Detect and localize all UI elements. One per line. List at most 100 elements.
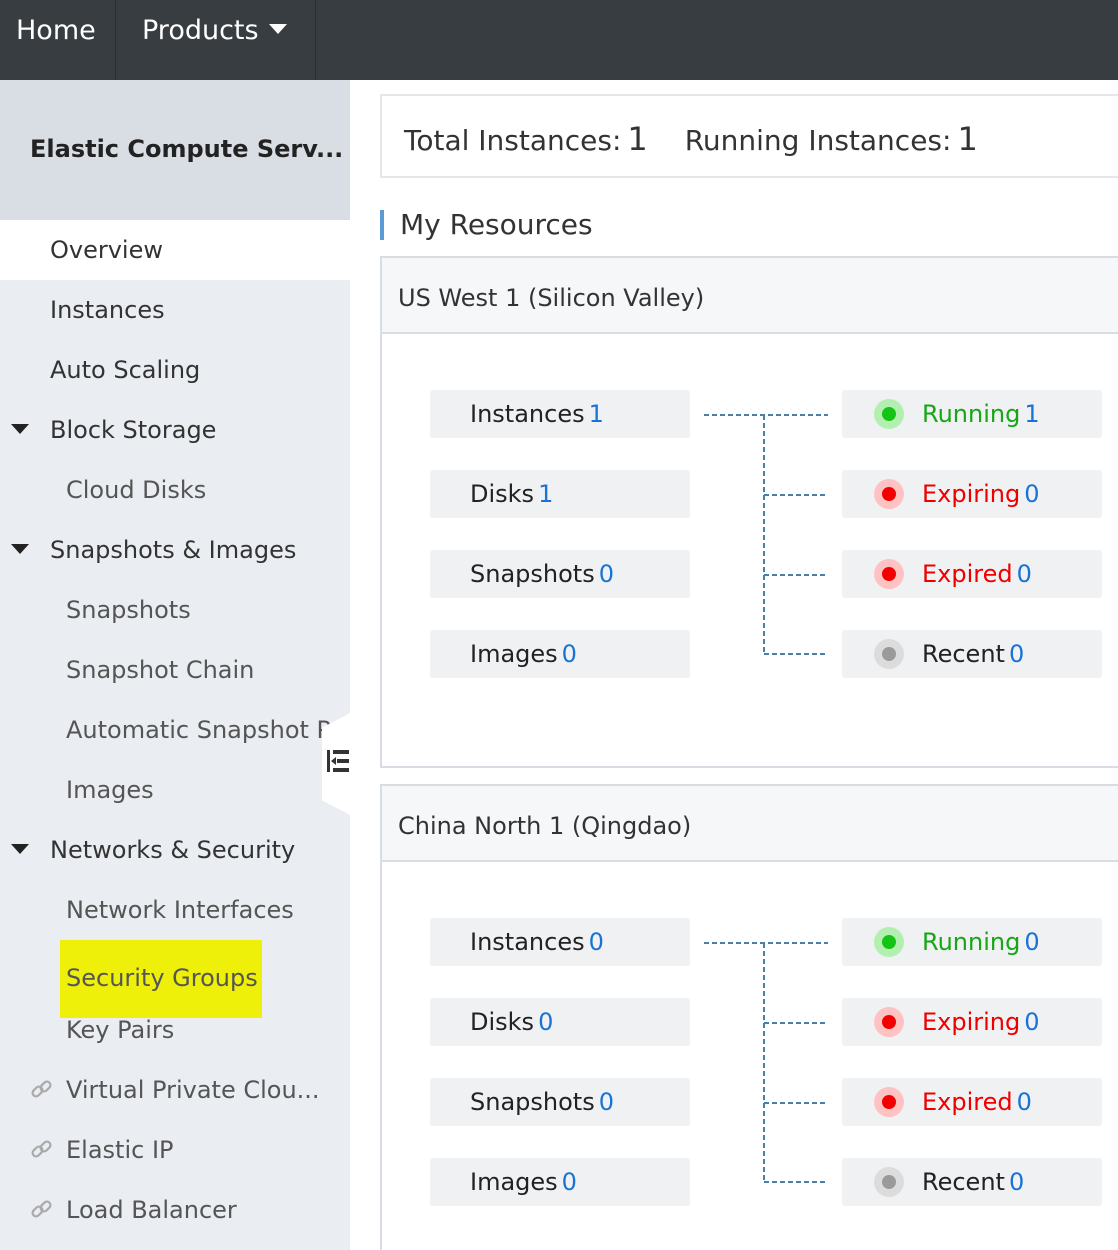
- resource-label: Snapshots: [470, 560, 595, 588]
- status-label: Running: [922, 928, 1021, 956]
- status-label: Running: [922, 400, 1021, 428]
- resource-disks[interactable]: Disks 0: [430, 998, 690, 1046]
- sidebar-item-label: Key Pairs: [66, 1016, 175, 1044]
- sidebar-item-label: Snapshots: [66, 596, 191, 624]
- sidebar-item-overview[interactable]: Overview: [0, 220, 350, 280]
- sidebar-collapse-toggle[interactable]: [322, 712, 352, 816]
- total-instances-label: Total Instances:: [404, 124, 622, 157]
- status-count[interactable]: 0: [1009, 1168, 1024, 1196]
- resource-count[interactable]: 1: [589, 400, 604, 428]
- running-instances-value: 1: [957, 120, 978, 158]
- resource-images[interactable]: Images 0: [430, 1158, 690, 1206]
- sidebar-item-automatic-snapshot-policy[interactable]: Automatic Snapshot P...: [0, 700, 350, 760]
- resource-count[interactable]: 0: [538, 1008, 553, 1036]
- nav-products-dropdown[interactable]: Products: [116, 0, 316, 80]
- link-icon: [31, 1140, 52, 1158]
- status-label: Expired: [922, 1088, 1013, 1116]
- sidebar-item-instances[interactable]: Instances: [0, 280, 350, 340]
- sidebar-item-label: Virtual Private Clou...: [66, 1076, 320, 1104]
- resource-count[interactable]: 0: [589, 928, 604, 956]
- status-dot-icon: [874, 1167, 904, 1197]
- status-count[interactable]: 0: [1024, 480, 1039, 508]
- sidebar-item-label: Networks & Security: [50, 836, 296, 864]
- sidebar-item-label: Network Interfaces: [66, 896, 294, 924]
- chevron-down-icon: [268, 23, 287, 34]
- status-dot-icon: [874, 399, 904, 429]
- sidebar-item-security-groups[interactable]: Security Groups: [0, 940, 350, 1018]
- sidebar-item-label: Images: [66, 776, 154, 804]
- resource-label: Disks: [470, 480, 535, 508]
- resource-count[interactable]: 0: [562, 1168, 577, 1196]
- resource-disks[interactable]: Disks 1: [430, 470, 690, 518]
- status-dot-icon: [874, 1087, 904, 1117]
- section-title: My Resources: [380, 210, 593, 240]
- resource-instances[interactable]: Instances 1: [430, 390, 690, 438]
- resource-snapshots[interactable]: Snapshots 0: [430, 550, 690, 598]
- status-expired[interactable]: Expired 0: [842, 550, 1102, 598]
- sidebar-group-snapshots-images[interactable]: Snapshots & Images: [0, 520, 350, 580]
- status-expiring[interactable]: Expiring 0: [842, 470, 1102, 518]
- link-icon: [31, 1080, 52, 1098]
- resource-count[interactable]: 0: [599, 560, 614, 588]
- status-label: Expiring: [922, 1008, 1021, 1036]
- status-label: Recent: [922, 640, 1005, 668]
- sidebar-item-elastic-ip[interactable]: Elastic IP: [0, 1120, 350, 1180]
- sidebar-item-label: Load Balancer: [66, 1196, 237, 1224]
- status-count[interactable]: 0: [1017, 1088, 1032, 1116]
- status-dot-icon: [874, 639, 904, 669]
- status-count[interactable]: 0: [1024, 928, 1039, 956]
- resource-count[interactable]: 1: [538, 480, 553, 508]
- resource-label: Images: [470, 1168, 558, 1196]
- status-count[interactable]: 0: [1009, 640, 1024, 668]
- sidebar-item-images[interactable]: Images: [0, 760, 350, 820]
- status-expiring[interactable]: Expiring 0: [842, 998, 1102, 1046]
- region-name: China North 1 (Qingdao): [382, 786, 1118, 862]
- status-expired[interactable]: Expired 0: [842, 1078, 1102, 1126]
- connector-lines: [704, 942, 828, 1183]
- sidebar-item-vpc[interactable]: Virtual Private Clou...: [0, 1060, 350, 1120]
- sidebar-item-network-interfaces[interactable]: Network Interfaces: [0, 880, 350, 940]
- resource-label: Instances: [470, 400, 585, 428]
- status-recent[interactable]: Recent 0: [842, 1158, 1102, 1206]
- resource-label: Instances: [470, 928, 585, 956]
- sidebar-item-snapshot-chain[interactable]: Snapshot Chain: [0, 640, 350, 700]
- sidebar-item-label: Snapshot Chain: [66, 656, 255, 684]
- nav-home-label: Home: [16, 15, 96, 46]
- top-nav-bar: Home Products: [0, 0, 1118, 80]
- collapse-sidebar-icon: [327, 750, 349, 772]
- sidebar-item-label: Overview: [50, 236, 163, 264]
- region-panel: US West 1 (Silicon Valley) Instances 1 Di…: [380, 256, 1118, 768]
- sidebar-item-label: Elastic IP: [66, 1136, 174, 1164]
- sidebar: Elastic Compute Serv... Overview Instanc…: [0, 80, 350, 1250]
- status-running[interactable]: Running 1: [842, 390, 1102, 438]
- sidebar-group-block-storage[interactable]: Block Storage: [0, 400, 350, 460]
- status-running[interactable]: Running 0: [842, 918, 1102, 966]
- resource-snapshots[interactable]: Snapshots 0: [430, 1078, 690, 1126]
- resource-count[interactable]: 0: [562, 640, 577, 668]
- resource-images[interactable]: Images 0: [430, 630, 690, 678]
- sidebar-item-snapshots[interactable]: Snapshots: [0, 580, 350, 640]
- sidebar-item-cloud-disks[interactable]: Cloud Disks: [0, 460, 350, 520]
- status-dot-icon: [874, 479, 904, 509]
- total-instances-value: 1: [627, 120, 648, 158]
- nav-products-label: Products: [142, 15, 259, 46]
- caret-down-icon: [11, 544, 29, 554]
- status-count[interactable]: 1: [1024, 400, 1039, 428]
- status-count[interactable]: 0: [1024, 1008, 1039, 1036]
- resource-label: Snapshots: [470, 1088, 595, 1116]
- nav-home[interactable]: Home: [0, 0, 116, 80]
- resource-label: Disks: [470, 1008, 535, 1036]
- status-count[interactable]: 0: [1017, 560, 1032, 588]
- sidebar-item-label: Cloud Disks: [66, 476, 207, 504]
- sidebar-item-load-balancer[interactable]: Load Balancer: [0, 1180, 350, 1240]
- sidebar-item-label: Snapshots & Images: [50, 536, 297, 564]
- sidebar-item-auto-scaling[interactable]: Auto Scaling: [0, 340, 350, 400]
- caret-down-icon: [11, 844, 29, 854]
- sidebar-group-networks-security[interactable]: Networks & Security: [0, 820, 350, 880]
- resource-count[interactable]: 0: [599, 1088, 614, 1116]
- status-dot-icon: [874, 927, 904, 957]
- connector-lines: [704, 414, 828, 655]
- status-recent[interactable]: Recent 0: [842, 630, 1102, 678]
- sidebar-item-key-pairs[interactable]: Key Pairs: [0, 1000, 350, 1060]
- resource-instances[interactable]: Instances 0: [430, 918, 690, 966]
